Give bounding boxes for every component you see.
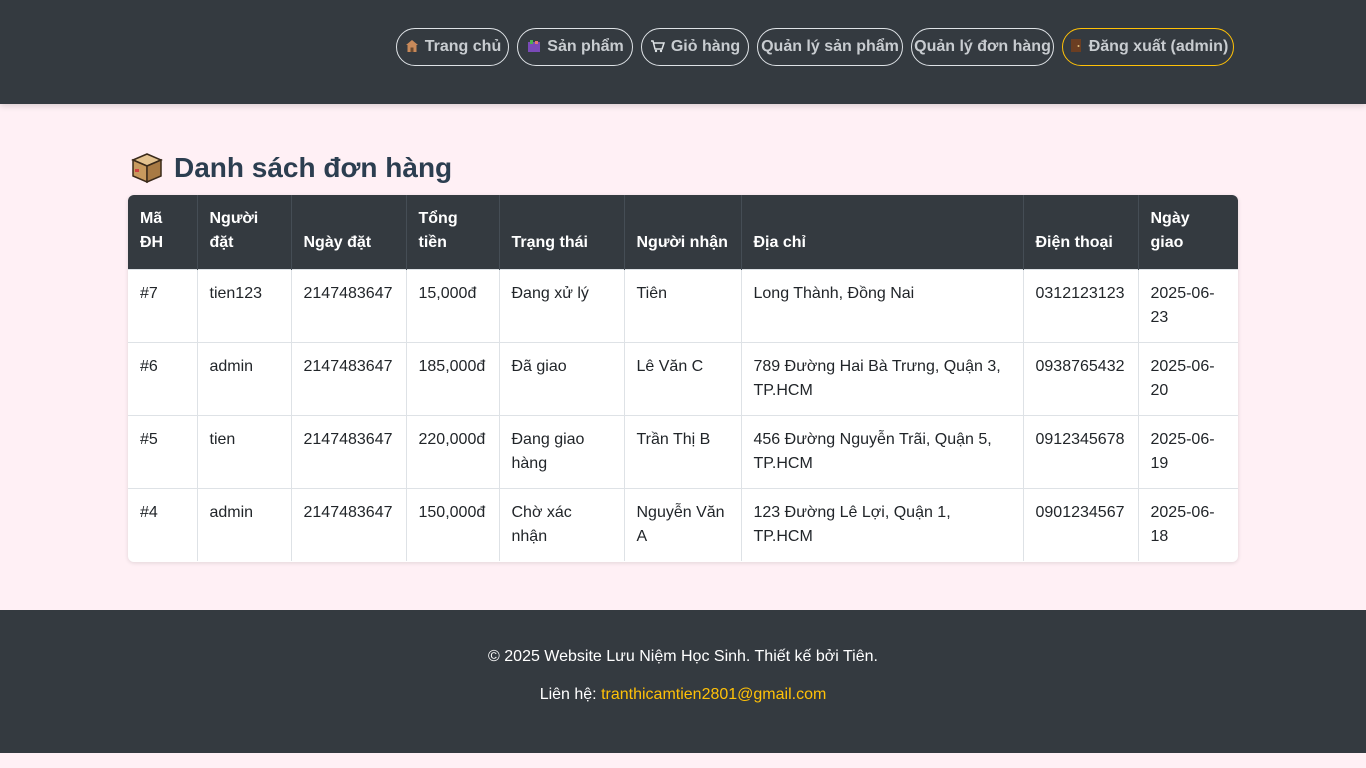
cell-total: 220,000đ bbox=[406, 415, 500, 488]
page-title: Danh sách đơn hàng bbox=[130, 150, 452, 186]
nav-products-button[interactable]: Sản phẩm bbox=[517, 28, 633, 66]
cell-total: 150,000đ bbox=[406, 488, 500, 561]
column-header-delivery-date: Ngày giao bbox=[1150, 209, 1190, 251]
footer: © 2025 Website Lưu Niệm Học Sinh. Thiết … bbox=[0, 610, 1366, 753]
cell-recipient: Trần Thị B bbox=[624, 415, 742, 488]
footer-contact-label: Liên hệ: bbox=[539, 686, 602, 703]
cell-address: Long Thành, Đồng Nai bbox=[741, 269, 1024, 342]
cell-order-date: 2147483647 bbox=[291, 342, 407, 415]
nav-logout-label: Đăng xuất (admin) bbox=[1088, 38, 1229, 55]
column-header-total: Tổng tiền bbox=[406, 195, 500, 269]
cell-customer: admin bbox=[197, 488, 292, 561]
nav-manage-orders-button[interactable]: Quản lý đơn hàng bbox=[911, 28, 1054, 66]
table-row: #6 admin 2147483647 185,000đ Đã giao Lê … bbox=[128, 342, 1238, 415]
nav-manage-orders-label: Quản lý đơn hàng bbox=[914, 38, 1051, 55]
cell-phone: 0901234567 bbox=[1023, 488, 1139, 561]
footer-copyright: © 2025 Website Lưu Niệm Học Sinh. Thiết … bbox=[488, 648, 878, 665]
cell-order-date: 2147483647 bbox=[291, 415, 407, 488]
cell-total: 185,000đ bbox=[406, 342, 500, 415]
orders-table: Mã ĐH Người đặt Ngày đặt Tổng tiền Trạng… bbox=[128, 195, 1238, 562]
nav-home-button[interactable]: Trang chủ bbox=[396, 28, 509, 66]
cell-delivery-date: 2025-06-23 bbox=[1150, 284, 1215, 326]
cell-customer: tien123 bbox=[197, 269, 292, 342]
cell-order-id: #6 bbox=[128, 342, 198, 415]
cell-customer: admin bbox=[197, 342, 292, 415]
nav-home-label: Trang chủ bbox=[424, 38, 502, 55]
nav-cart-button[interactable]: Giỏ hàng bbox=[641, 28, 749, 66]
cell-phone: 0938765432 bbox=[1023, 342, 1139, 415]
column-header-order-id: Mã ĐH bbox=[128, 195, 198, 269]
cell-order-id: #4 bbox=[128, 488, 198, 561]
table-row: #7 tien123 2147483647 15,000đ Đang xử lý… bbox=[128, 269, 1238, 342]
footer-email-link[interactable]: tranthicamtien2801@gmail.com bbox=[601, 686, 826, 703]
table-header-row: Mã ĐH Người đặt Ngày đặt Tổng tiền Trạng… bbox=[128, 195, 1238, 269]
table-row: #5 tien 2147483647 220,000đ Đang giao hà… bbox=[128, 415, 1238, 488]
cell-status: Đang giao hàng bbox=[499, 415, 625, 488]
cell-order-id: #7 bbox=[128, 269, 198, 342]
table-row: #4 admin 2147483647 150,000đ Chờ xác nhậ… bbox=[128, 488, 1238, 561]
column-header-recipient: Người nhận bbox=[624, 195, 742, 269]
column-header-status: Trạng thái bbox=[499, 195, 625, 269]
column-header-order-date: Ngày đặt bbox=[291, 195, 407, 269]
cell-address: 456 Đường Nguyễn Trãi, Quận 5, TP.HCM bbox=[741, 415, 1024, 488]
cell-status: Đã giao bbox=[499, 342, 625, 415]
nav-products-label: Sản phẩm bbox=[547, 38, 624, 55]
column-header-phone: Điện thoại bbox=[1023, 195, 1139, 269]
cell-delivery-date: 2025-06-20 bbox=[1150, 357, 1215, 399]
cell-recipient: Nguyễn Văn A bbox=[624, 488, 742, 561]
cell-phone: 0312123123 bbox=[1023, 269, 1139, 342]
products-icon bbox=[526, 39, 542, 56]
nav-cart-label: Giỏ hàng bbox=[670, 38, 741, 55]
column-header-address: Địa chỉ bbox=[741, 195, 1024, 269]
cell-status: Chờ xác nhận bbox=[499, 488, 625, 561]
cell-order-id: #5 bbox=[128, 415, 198, 488]
footer-contact: Liên hệ: tranthicamtien2801@gmail.com bbox=[0, 686, 1366, 704]
top-navbar: Trang chủ Sản phẩm Giỏ hàng Quản lý sản … bbox=[0, 0, 1366, 104]
cell-address: 789 Đường Hai Bà Trưng, Quận 3, TP.HCM bbox=[741, 342, 1024, 415]
nav-manage-products-button[interactable]: Quản lý sản phẩm bbox=[757, 28, 903, 66]
cell-delivery-date: 2025-06-18 bbox=[1150, 503, 1215, 545]
column-header-customer: Người đặt bbox=[197, 195, 292, 269]
cell-delivery-date: 2025-06-19 bbox=[1150, 430, 1215, 472]
cell-phone: 0912345678 bbox=[1023, 415, 1139, 488]
package-box-icon bbox=[130, 151, 164, 185]
cell-status: Đang xử lý bbox=[499, 269, 625, 342]
nav-logout-button[interactable]: Đăng xuất (admin) bbox=[1062, 28, 1234, 66]
door-icon bbox=[1068, 38, 1084, 56]
cell-total: 15,000đ bbox=[406, 269, 500, 342]
cart-icon bbox=[650, 39, 666, 56]
cell-recipient: Lê Văn C bbox=[624, 342, 742, 415]
cell-address: 123 Đường Lê Lợi, Quận 1, TP.HCM bbox=[741, 488, 1024, 561]
cell-order-date: 2147483647 bbox=[291, 269, 407, 342]
cell-customer: tien bbox=[197, 415, 292, 488]
cell-recipient: Tiên bbox=[624, 269, 742, 342]
cell-order-date: 2147483647 bbox=[291, 488, 407, 561]
page-title-text: Danh sách đơn hàng bbox=[174, 152, 453, 183]
house-icon bbox=[404, 39, 420, 56]
nav-manage-products-label: Quản lý sản phẩm bbox=[761, 38, 899, 55]
